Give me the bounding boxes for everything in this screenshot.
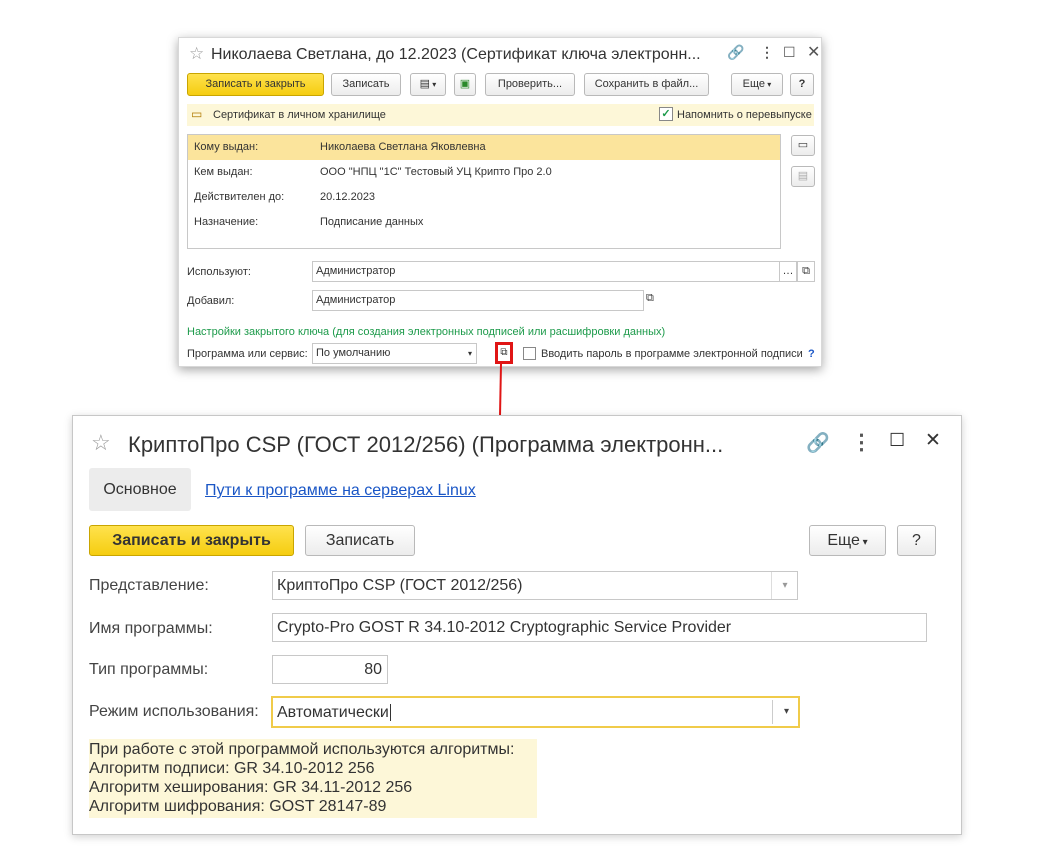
more-button[interactable]: Еще ▾	[809, 525, 886, 556]
cert-label: Кому выдан:	[194, 141, 259, 153]
tab-main[interactable]: Основное	[89, 468, 191, 511]
program-open-button[interactable]: ⧉	[495, 342, 513, 364]
certificate-list-button[interactable]: ▤	[791, 166, 815, 187]
storage-banner-text: Сертификат в личном хранилище	[213, 109, 386, 121]
star-icon[interactable]: ☆	[189, 44, 204, 64]
program-label: Программа или сервис:	[187, 348, 308, 360]
certificate-view-button[interactable]: ▭	[791, 135, 815, 156]
help-button[interactable]: ?	[790, 73, 814, 96]
check-button[interactable]: Проверить...	[485, 73, 575, 96]
open-window-icon: ⧉	[500, 347, 508, 358]
program-type-label: Тип программы:	[89, 661, 209, 678]
more-label: Еще	[742, 78, 766, 90]
cert-value: ООО "НПЦ "1С" Тестовый УЦ Крипто Про 2.0	[320, 166, 552, 178]
cert-row-issued-by[interactable]: Кем выдан: ООО "НПЦ "1С" Тестовый УЦ Кри…	[188, 160, 780, 185]
maximize-icon[interactable]: ☐	[783, 44, 796, 61]
algorithms-intro: При работе с этой программой используютс…	[89, 741, 515, 758]
save-to-file-button[interactable]: Сохранить в файл...	[584, 73, 709, 96]
program-name-field[interactable]: Crypto-Pro GOST R 34.10-2012 Cryptograph…	[272, 613, 927, 642]
document-menu-button[interactable]: ▤ ▾	[410, 73, 446, 96]
program-select[interactable]: По умолчанию ▾	[312, 343, 477, 364]
list-icon: ▤	[797, 170, 809, 182]
representation-value: КриптоПро CSP (ГОСТ 2012/256)	[277, 577, 523, 594]
disk-icon: ▣	[459, 78, 471, 90]
cert-label: Кем выдан:	[194, 166, 253, 178]
used-by-field[interactable]: Администратор	[312, 261, 780, 282]
dropdown-arrow-icon: ▾	[467, 349, 472, 358]
added-by-field[interactable]: Администратор	[312, 290, 644, 311]
cert-label: Действителен до:	[194, 191, 285, 203]
more-vert-icon[interactable]: ⋮	[851, 430, 872, 455]
tab-linux-paths[interactable]: Пути к программе на серверах Linux	[205, 482, 476, 500]
hash-algorithm: Алгоритм хеширования: GR 34.11-2012 256	[89, 779, 413, 796]
link-icon[interactable]: 🔗	[806, 431, 830, 455]
text-cursor	[389, 704, 391, 721]
more-button[interactable]: Еще ▾	[731, 73, 783, 96]
maximize-icon[interactable]: ☐	[889, 430, 905, 451]
algorithms-info: При работе с этой программой используютс…	[89, 739, 537, 818]
certificate-icon: ▭	[191, 107, 203, 121]
remind-checkbox[interactable]: ✓	[659, 107, 673, 121]
help-button[interactable]: ?	[897, 525, 936, 556]
save-close-button[interactable]: Записать и закрыть	[187, 73, 324, 96]
more-label: Еще	[827, 532, 860, 549]
cert-row-purpose[interactable]: Назначение: Подписание данных	[188, 210, 780, 235]
usage-mode-label: Режим использования:	[89, 703, 259, 720]
dropdown-arrow-icon[interactable]: ▾	[772, 700, 798, 724]
program-name-label: Имя программы:	[89, 620, 213, 637]
program-type-field[interactable]: 80	[272, 655, 388, 684]
star-icon[interactable]: ☆	[91, 430, 111, 456]
representation-field[interactable]: КриптоПро CSP (ГОСТ 2012/256) ▾	[272, 571, 798, 600]
encryption-algorithm: Алгоритм шифрования: GOST 28147-89	[89, 798, 387, 815]
close-icon[interactable]: ✕	[925, 429, 941, 452]
cert-row-valid-until[interactable]: Действителен до: 20.12.2023	[188, 185, 780, 210]
cert-value: Подписание данных	[320, 216, 424, 228]
certificate-view-icon: ▭	[797, 139, 809, 151]
cert-row-issued-to[interactable]: Кому выдан: Николаева Светлана Яковлевна	[188, 135, 780, 160]
program-select-value: По умолчанию	[316, 347, 391, 359]
window-title: КриптоПро CSP (ГОСТ 2012/256) (Программа…	[128, 432, 724, 457]
used-by-choose-button[interactable]: …	[779, 261, 797, 282]
usage-mode-select[interactable]: Автоматически ▾	[271, 696, 800, 728]
cert-value: Николаева Светлана Яковлевна	[320, 141, 486, 153]
signature-algorithm: Алгоритм подписи: GR 34.10-2012 256	[89, 760, 375, 777]
remind-label: Напомнить о перевыпуске	[677, 109, 812, 121]
used-by-label: Используют:	[187, 266, 251, 278]
cert-value: 20.12.2023	[320, 191, 376, 203]
enter-password-label: Вводить пароль в программе электронной п…	[541, 348, 803, 360]
certificate-info-box: Кому выдан: Николаева Светлана Яковлевна…	[187, 134, 781, 249]
open-window-icon: ⧉	[802, 265, 810, 277]
private-key-settings-heading: Настройки закрытого ключа (для создания …	[187, 326, 666, 338]
certificate-window: ☆ Николаева Светлана, до 12.2023 (Сертиф…	[178, 37, 822, 367]
save-button[interactable]: Записать	[305, 525, 415, 556]
program-window: ☆ КриптоПро CSP (ГОСТ 2012/256) (Програм…	[72, 415, 962, 835]
storage-banner: ▭ Сертификат в личном хранилище ✓ Напомн…	[187, 104, 814, 126]
document-icon: ▤	[419, 78, 431, 90]
more-vert-icon[interactable]: ⋮	[760, 44, 774, 61]
close-icon[interactable]: ✕	[807, 42, 820, 62]
representation-label: Представление:	[89, 577, 209, 594]
help-link[interactable]: ?	[808, 348, 815, 360]
link-icon[interactable]: 🔗	[727, 44, 744, 61]
save-disk-button[interactable]: ▣	[454, 73, 476, 96]
dropdown-arrow-icon[interactable]: ▾	[771, 572, 797, 599]
save-close-button[interactable]: Записать и закрыть	[89, 525, 294, 556]
cert-label: Назначение:	[194, 216, 259, 228]
usage-mode-value: Автоматически	[277, 704, 389, 721]
used-by-open-button[interactable]: ⧉	[797, 261, 815, 282]
save-button[interactable]: Записать	[331, 73, 401, 96]
added-by-label: Добавил:	[187, 295, 235, 307]
window-title: Николаева Светлана, до 12.2023 (Сертифик…	[211, 46, 701, 63]
enter-password-checkbox[interactable]	[523, 347, 536, 360]
added-by-open-icon[interactable]: ⧉	[646, 292, 654, 305]
